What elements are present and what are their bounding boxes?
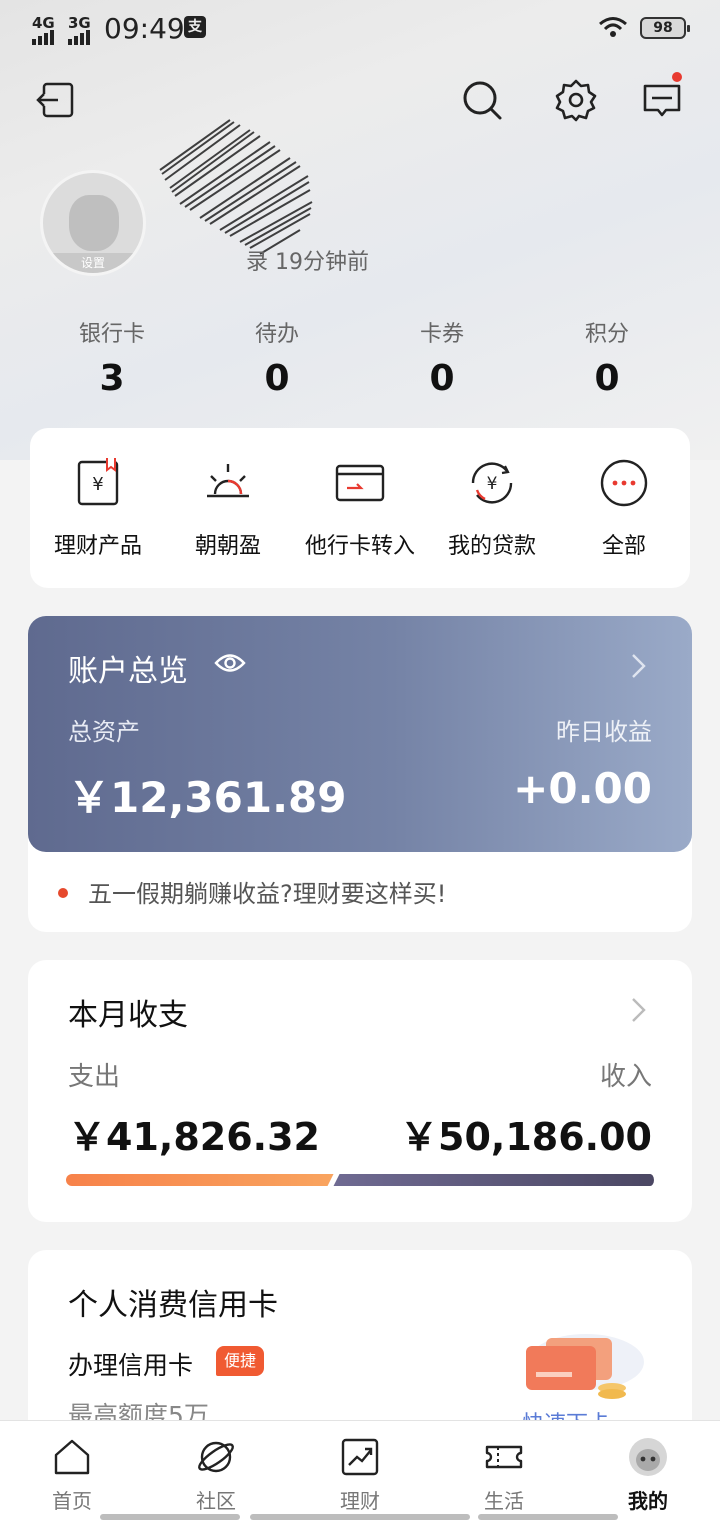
monthly-title: 本月收支 — [68, 998, 188, 1033]
expense-label: 支出 — [68, 1062, 121, 1092]
system-nav-indicator — [478, 1514, 618, 1520]
quick-item-label: 朝朝盈 — [194, 534, 261, 559]
avatar-setting-tag: 设置 — [43, 253, 143, 273]
stat-value: 0 — [429, 358, 455, 399]
sunrise-icon — [207, 464, 249, 498]
total-assets-label: 总资产 — [68, 718, 140, 746]
expense-bar-segment — [66, 1174, 334, 1186]
chevron-right-icon[interactable] — [628, 652, 648, 680]
stat-coupons[interactable]: 卡券 0 — [372, 316, 512, 399]
ticket-icon — [485, 1445, 523, 1469]
quick-item-my-loans[interactable]: ¥ 我的贷款 — [426, 456, 558, 560]
income-label: 收入 — [599, 1062, 652, 1092]
card-transfer-icon — [335, 464, 385, 502]
expense-value: ￥41,826.32 — [68, 1115, 320, 1159]
tab-label: 我的 — [628, 1489, 668, 1513]
status-bar: 4G 3G 09:49 支 98 — [0, 0, 720, 56]
quick-item-wealth-products[interactable]: ¥ 理财产品 — [32, 456, 164, 560]
quick-item-card-transfer[interactable]: 他行卡转入 — [294, 456, 426, 560]
stat-label: 积分 — [584, 322, 629, 347]
total-assets-value: ￥12,361.89 — [68, 773, 347, 822]
quick-item-label: 他行卡转入 — [304, 534, 415, 559]
chart-icon — [341, 1438, 379, 1476]
home-icon — [54, 1439, 90, 1475]
logout-icon[interactable] — [34, 78, 78, 122]
quick-item-label: 全部 — [601, 534, 646, 559]
clock: 09:49 — [104, 12, 185, 45]
monthly-summary-card[interactable]: 本月收支 支出 收入 ￥41,826.32 ￥50,186.00 — [28, 960, 692, 1222]
message-icon[interactable] — [640, 78, 684, 122]
signal-bars-2-icon — [68, 30, 90, 45]
quick-menu: ¥ 理财产品 朝朝盈 他行卡转入 ¥ 我的贷款 全部 — [30, 428, 690, 588]
notice-dot — [58, 888, 68, 898]
message-unread-dot — [672, 72, 682, 82]
battery-indicator: 98 — [640, 17, 690, 39]
income-expense-bar — [66, 1174, 654, 1186]
stat-value: 0 — [594, 358, 620, 399]
income-value: ￥50,186.00 — [400, 1115, 652, 1159]
tab-wealth[interactable]: 理财 — [310, 1437, 410, 1514]
avatar-face — [69, 195, 119, 251]
credit-title: 个人消费信用卡 — [68, 1288, 278, 1323]
tab-home[interactable]: 首页 — [22, 1437, 122, 1514]
bottom-tab-bar: 首页 社区 理财 生活 我的 — [0, 1420, 720, 1520]
tab-label: 社区 — [196, 1489, 236, 1513]
quick-item-all[interactable]: 全部 — [558, 456, 690, 560]
quick-item-label: 理财产品 — [53, 534, 142, 559]
system-nav-indicator — [100, 1514, 240, 1520]
tab-community[interactable]: 社区 — [166, 1437, 266, 1514]
system-nav-indicator — [250, 1514, 470, 1520]
last-login-time: 录 19分钟前 — [246, 250, 369, 275]
signal-bars-1-icon — [32, 30, 54, 45]
stat-points[interactable]: 积分 0 — [537, 316, 677, 399]
stat-bank-cards[interactable]: 银行卡 3 — [42, 316, 182, 399]
gear-icon[interactable] — [554, 78, 598, 122]
stat-label: 待办 — [254, 322, 299, 347]
tab-label: 首页 — [52, 1489, 92, 1513]
stat-label: 卡券 — [419, 322, 464, 347]
quick-item-label: 我的贷款 — [447, 534, 536, 559]
avatar[interactable]: 设置 — [40, 170, 146, 276]
yesterday-earnings-label: 昨日收益 — [556, 718, 652, 746]
quick-item-zhaozhaoying[interactable]: 朝朝盈 — [162, 456, 294, 560]
stat-value: 3 — [99, 358, 125, 399]
more-icon — [600, 459, 648, 507]
eye-icon[interactable] — [214, 652, 246, 674]
avatar-icon — [629, 1438, 667, 1476]
yesterday-earnings-value: +0.00 — [513, 764, 652, 813]
wifi-icon — [599, 17, 627, 37]
svg-text:¥: ¥ — [92, 474, 103, 495]
stat-value: 0 — [264, 358, 290, 399]
tab-life[interactable]: 生活 — [454, 1437, 554, 1514]
tab-label: 生活 — [484, 1489, 524, 1513]
stat-label: 银行卡 — [78, 322, 145, 347]
convenient-badge: 便捷 — [216, 1346, 265, 1376]
apply-credit-card-link[interactable]: 办理信用卡 — [68, 1346, 193, 1382]
tab-label: 理财 — [340, 1489, 380, 1513]
payment-app-icon: 支 — [184, 16, 206, 38]
svg-text:¥: ¥ — [487, 474, 498, 494]
account-overview-card[interactable]: 账户总览 总资产 昨日收益 ￥12,361.89 +0.00 — [28, 616, 692, 852]
stats-row: 银行卡 3 待办 0 卡券 0 积分 0 — [0, 316, 720, 406]
loan-icon: ¥ — [471, 462, 513, 504]
chevron-right-icon[interactable] — [628, 996, 648, 1024]
account-title: 账户总览 — [68, 654, 188, 689]
wealth-product-icon: ¥ — [77, 458, 119, 506]
credit-card-illustration-icon — [526, 1334, 644, 1399]
planet-icon — [198, 1441, 234, 1473]
notice-text: 五一假期躺赚收益?理财要这样买! — [88, 880, 447, 908]
search-icon[interactable] — [460, 78, 504, 122]
income-bar-segment — [333, 1174, 654, 1186]
stat-todo[interactable]: 待办 0 — [207, 316, 347, 399]
tab-mine[interactable]: 我的 — [598, 1437, 698, 1514]
